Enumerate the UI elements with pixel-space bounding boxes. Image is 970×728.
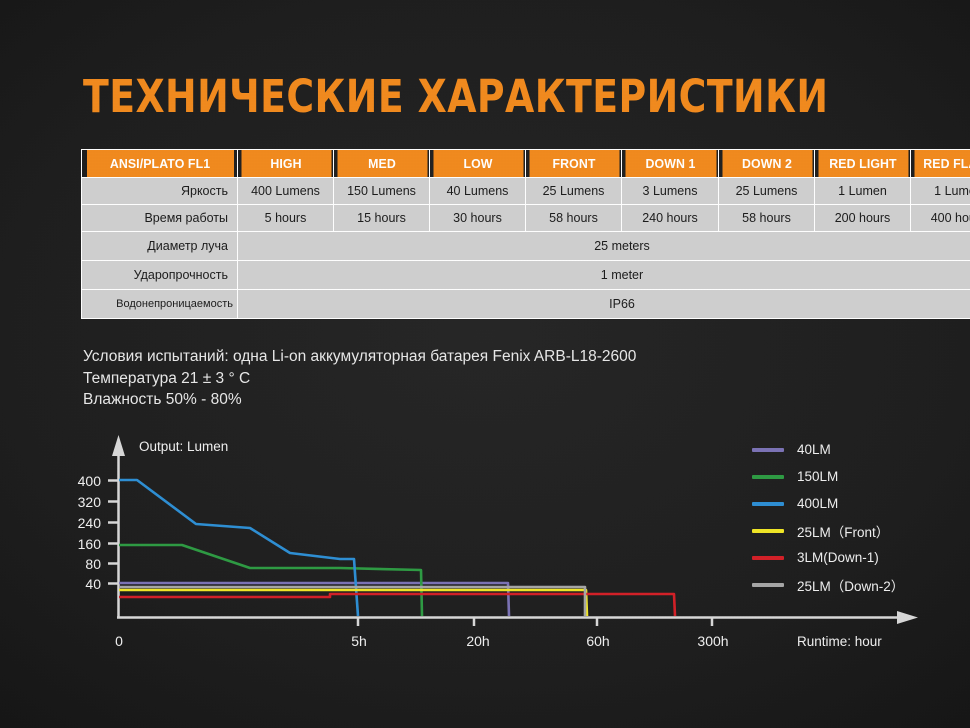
y-tick-40: 40 [85, 576, 101, 592]
y-tick-160: 160 [78, 536, 102, 552]
legend-label-40lm: 40LM [797, 442, 831, 457]
legend-swatch-icon-25lm-down2 [752, 583, 784, 587]
chart-y-tick-labels: 400 320 240 160 80 40 [78, 473, 102, 592]
y-tick-320: 320 [78, 494, 102, 510]
y-tick-240: 240 [78, 515, 102, 531]
x-tick-5h: 5h [351, 633, 367, 649]
y-tick-400: 400 [78, 473, 102, 489]
chart-series-group [119, 480, 675, 616]
legend-swatch-icon-40lm [752, 448, 784, 452]
chart-x-tick-labels: 0 5h 20h 60h 300h [115, 633, 728, 649]
legend-item-400lm: 400LM [752, 490, 962, 517]
legend-swatch-icon-150lm [752, 475, 784, 479]
legend-label-25lm-front: 25LM（Front） [797, 521, 889, 541]
legend-item-40lm: 40LM [752, 436, 962, 463]
series-line-400lm [119, 480, 358, 616]
x-tick-60h: 60h [586, 633, 609, 649]
chart-y-ticks [108, 481, 118, 584]
legend-label-25lm-down2: 25LM（Down-2） [797, 575, 904, 595]
legend-swatch-icon-25lm-front [752, 529, 784, 533]
y-tick-80: 80 [85, 556, 101, 572]
x-tick-20h: 20h [466, 633, 489, 649]
series-line-150lm [119, 545, 422, 616]
x-tick-0: 0 [115, 633, 123, 649]
legend-label-3lm-down1: 3LM(Down-1) [797, 550, 879, 565]
legend-label-400lm: 400LM [797, 496, 838, 511]
slide-root: ТЕХНИЧЕСКИЕ ХАРАКТЕРИСТИКИ ANSI/PLATO FL… [0, 0, 970, 728]
legend-item-25lm-front: 25LM（Front） [752, 517, 962, 544]
legend-item-150lm: 150LM [752, 463, 962, 490]
legend-swatch-icon-3lm-down1 [752, 556, 784, 560]
legend-item-3lm-down1: 3LM(Down-1) [752, 544, 962, 571]
legend-swatch-icon-400lm [752, 502, 784, 506]
chart-legend: 40LM 150LM 400LM 25LM（Front） 3LM(Down-1)… [752, 436, 962, 598]
series-line-3lm-down1 [119, 594, 675, 616]
legend-item-25lm-down2: 25LM（Down-2） [752, 571, 962, 598]
chart-y-axis-title: Output: Lumen [139, 439, 228, 454]
runtime-chart: 400 320 240 160 80 40 0 5h 20h 60h 300h … [0, 0, 970, 728]
chart-x-axis [117, 611, 918, 624]
series-line-25lm-down2 [119, 587, 585, 616]
x-tick-300h: 300h [697, 633, 728, 649]
chart-x-axis-title: Runtime: hour [797, 634, 882, 649]
legend-label-150lm: 150LM [797, 469, 838, 484]
